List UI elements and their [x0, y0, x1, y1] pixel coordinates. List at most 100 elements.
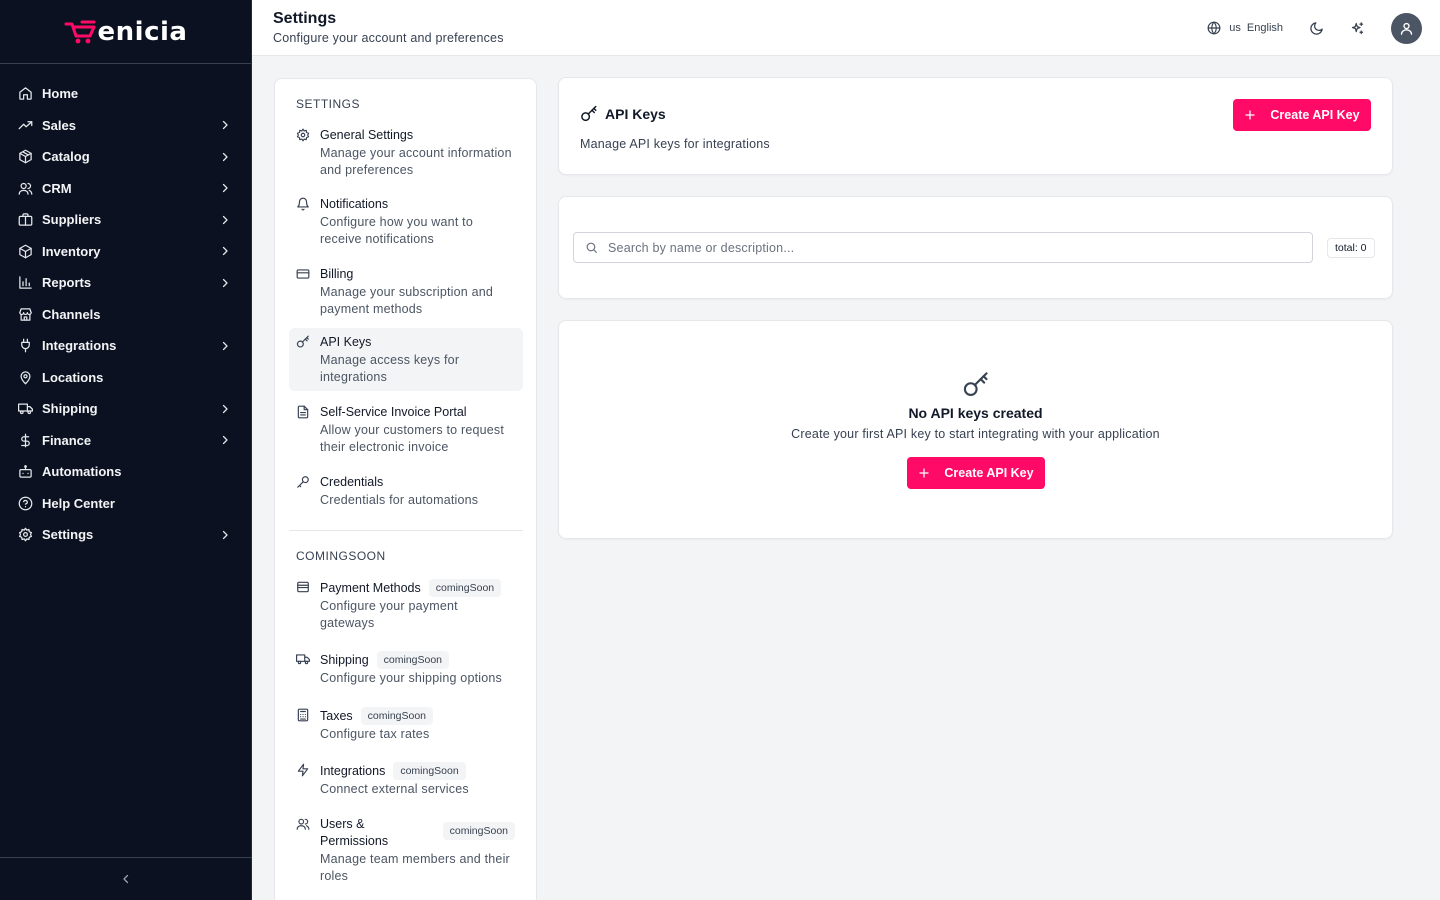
- empty-state-title: No API keys created: [908, 405, 1043, 421]
- top-header: Settings Configure your account and pref…: [252, 0, 1440, 56]
- create-first-api-key-button[interactable]: Create API Key: [907, 457, 1045, 489]
- settings-item-desc: Manage your subscription and payment met…: [320, 285, 494, 316]
- sidebar-item-suppliers[interactable]: Suppliers: [0, 204, 251, 236]
- coming-soon-badge: comingSoon: [428, 579, 502, 597]
- settings-item-billing[interactable]: Billing Manage your subscription and pay…: [289, 260, 523, 323]
- gear-icon: [18, 527, 33, 542]
- create-first-api-key-label: Create API Key: [944, 466, 1034, 480]
- wallet-icon: [297, 581, 309, 593]
- settings-item-title: Payment Methods: [320, 580, 421, 595]
- chevron-right-icon: [222, 152, 228, 161]
- settings-item-title: API Keys: [320, 335, 372, 349]
- users-icon: [296, 818, 310, 830]
- sidebar-item-inventory[interactable]: Inventory: [0, 236, 251, 268]
- settings-item-desc: Manage team members and their roles: [320, 852, 510, 883]
- sidebar-item-reports[interactable]: Reports: [0, 267, 251, 299]
- section-label-coming-soon: COMINGSOON: [296, 549, 386, 563]
- chevron-right-icon: [222, 341, 228, 350]
- calculator-icon: [297, 708, 309, 722]
- settings-item-desc: Credentials for automations: [320, 493, 479, 507]
- header-actions: us English: [1207, 12, 1422, 44]
- sidebar-item-sales[interactable]: Sales: [0, 110, 251, 142]
- settings-item-title: Taxes: [320, 708, 353, 723]
- gear-icon: [296, 128, 310, 142]
- settings-item-title: Credentials: [320, 475, 384, 489]
- plus-icon: [919, 468, 930, 478]
- moon-icon[interactable]: [1309, 21, 1324, 36]
- key-icon: [296, 335, 309, 348]
- section-divider: [289, 530, 523, 531]
- sidebar-item-label: Inventory: [42, 243, 101, 259]
- sidebar-item-channels[interactable]: Channels: [0, 299, 251, 331]
- globe-icon: [1207, 21, 1221, 35]
- settings-item-desc: Manage your account information and pref…: [320, 146, 512, 177]
- sidebar-item-automations[interactable]: Automations: [0, 456, 251, 488]
- total-count-badge: total: 0: [1327, 238, 1375, 258]
- sidebar-item-finance[interactable]: Finance: [0, 425, 251, 457]
- cart-logo-icon: [64, 20, 96, 43]
- settings-item-title: Users & Permissions: [320, 817, 389, 848]
- settings-item-integrations[interactable]: Integrations comingSoon Connect external …: [289, 756, 523, 804]
- sidebar-item-label: Integrations: [42, 338, 117, 354]
- sidebar-item-label: Automations: [42, 464, 122, 480]
- sidebar: enicia Home Sales Catalog CRM Suppliers: [0, 0, 252, 900]
- search-field[interactable]: [573, 232, 1313, 263]
- sidebar-item-shipping[interactable]: Shipping: [0, 393, 251, 425]
- empty-state-subtitle: Create your first API key to start integ…: [791, 427, 1160, 441]
- search-input[interactable]: [608, 240, 1298, 255]
- main-nav: Home Sales Catalog CRM Suppliers Invento…: [0, 64, 251, 551]
- bell-icon: [297, 197, 309, 211]
- settings-item-desc: Configure your shipping options: [320, 671, 503, 685]
- settings-item-taxes[interactable]: Taxes comingSoon Configure tax rates: [289, 701, 523, 749]
- user-avatar[interactable]: [1391, 12, 1422, 44]
- sidebar-item-home[interactable]: Home: [0, 78, 251, 110]
- sidebar-item-settings[interactable]: Settings: [0, 519, 251, 551]
- coming-soon-badge: comingSoon: [360, 707, 434, 725]
- settings-item-users-permissions[interactable]: Users & Permissions comingSoon Manage te…: [289, 810, 523, 890]
- brand-name: enicia: [97, 16, 188, 47]
- empty-state: No API keys created Create your first AP…: [559, 371, 1392, 441]
- create-api-key-button[interactable]: Create API Key: [1233, 99, 1371, 131]
- key-icon: [963, 372, 988, 396]
- sidebar-item-help-center[interactable]: Help Center: [0, 488, 251, 520]
- sidebar-item-integrations[interactable]: Integrations: [0, 330, 251, 362]
- settings-item-shipping[interactable]: Shipping comingSoon Configure your shippi…: [289, 645, 523, 693]
- settings-item-desc: Configure tax rates: [320, 727, 430, 741]
- sparkles-icon[interactable]: [1350, 21, 1365, 36]
- settings-item-api-keys[interactable]: API Keys Manage access keys for integrat…: [289, 328, 523, 391]
- settings-item-credentials[interactable]: Credentials Credentials for automations: [289, 468, 523, 515]
- page-title: Settings: [273, 10, 337, 27]
- chevron-right-icon: [222, 530, 228, 539]
- sidebar-item-label: Reports: [42, 275, 92, 291]
- api-keys-title: API Keys: [580, 105, 666, 123]
- settings-item-desc: Configure your payment gateways: [320, 599, 458, 630]
- logo[interactable]: enicia: [0, 0, 251, 64]
- section-label-settings: SETTINGS: [296, 97, 361, 111]
- truck-icon: [18, 403, 33, 415]
- home-icon: [19, 87, 32, 100]
- dollar-icon: [21, 433, 30, 448]
- chevron-left-icon: [123, 874, 129, 884]
- bar-chart-icon: [19, 276, 32, 289]
- language-selector[interactable]: us English: [1207, 21, 1283, 35]
- briefcase-icon: [18, 213, 33, 226]
- sidebar-item-label: Catalog: [42, 149, 90, 165]
- collapse-sidebar-button[interactable]: [0, 857, 252, 900]
- sidebar-item-crm[interactable]: CRM: [0, 173, 251, 205]
- settings-item-desc: Manage access keys for integrations: [320, 353, 460, 384]
- chevron-right-icon: [222, 278, 228, 287]
- settings-item-invoice-portal[interactable]: Self-Service Invoice Portal Allow your c…: [289, 398, 523, 461]
- sidebar-item-label: Home: [42, 86, 79, 102]
- settings-item-title: Integrations: [320, 763, 386, 778]
- settings-item-title: Billing: [320, 267, 354, 281]
- map-pin-icon: [20, 371, 31, 385]
- settings-item-general[interactable]: General Settings Manage your account inf…: [289, 121, 523, 184]
- settings-item-notifications[interactable]: Notifications Configure how you want to …: [289, 190, 523, 253]
- language-code: us: [1229, 22, 1241, 34]
- file-text-icon: [297, 405, 309, 419]
- settings-item-payment-methods[interactable]: Payment Methods comingSoon Configure your…: [289, 573, 523, 637]
- sidebar-item-catalog[interactable]: Catalog: [0, 141, 251, 173]
- sidebar-item-label: Suppliers: [42, 212, 102, 228]
- sidebar-item-locations[interactable]: Locations: [0, 362, 251, 394]
- chevron-right-icon: [222, 404, 228, 413]
